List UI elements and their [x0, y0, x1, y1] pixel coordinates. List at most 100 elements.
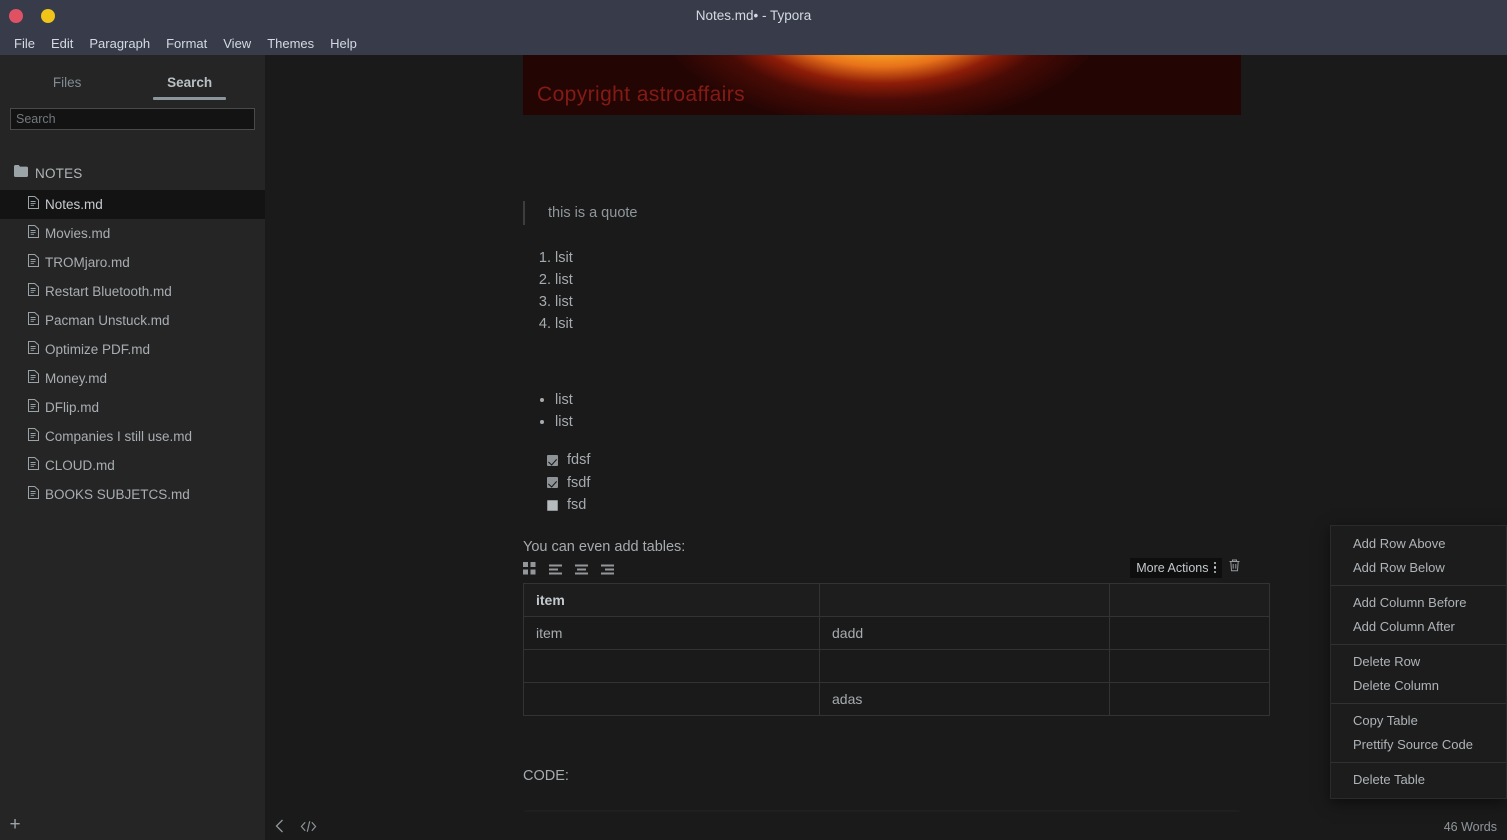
- file-icon: [28, 311, 39, 330]
- task-list-item[interactable]: fsd: [547, 494, 1243, 517]
- checkbox-checked-icon[interactable]: [547, 454, 558, 466]
- sidebar: Files Search NOTES Notes.md Mo: [0, 55, 265, 840]
- align-left-icon[interactable]: [549, 562, 562, 580]
- table-cell[interactable]: dadd: [819, 615, 1110, 650]
- menu-paragraph[interactable]: Paragraph: [81, 32, 158, 55]
- ctx-delete-row[interactable]: Delete Row: [1331, 650, 1506, 674]
- list-item: list: [555, 411, 1243, 433]
- menu-separator: [1331, 703, 1506, 704]
- table-header-cell[interactable]: [1109, 582, 1270, 617]
- file-name: BOOKS SUBJETCS.md: [45, 487, 190, 502]
- menu-format[interactable]: Format: [158, 32, 215, 55]
- align-right-icon[interactable]: [601, 562, 614, 580]
- file-name: Companies I still use.md: [45, 429, 193, 444]
- tab-search[interactable]: Search: [145, 75, 234, 100]
- window-title: Notes.md• - Typora: [695, 8, 812, 23]
- sidebar-tabs: Files Search: [0, 55, 265, 100]
- file-item-books-subjetcs[interactable]: BOOKS SUBJETCS.md: [0, 480, 265, 509]
- menu-view[interactable]: View: [215, 32, 259, 55]
- file-name: Optimize PDF.md: [45, 342, 151, 357]
- file-item-optimize-pdf[interactable]: Optimize PDF.md: [0, 335, 265, 364]
- task-label: fsd: [567, 497, 587, 513]
- trash-icon[interactable]: [1228, 558, 1241, 577]
- file-icon: [28, 253, 39, 272]
- table-grid-icon[interactable]: [523, 561, 536, 580]
- table-header-cell[interactable]: item: [523, 582, 820, 617]
- task-list-item[interactable]: fdsf: [547, 449, 1243, 472]
- menu-help[interactable]: Help: [322, 32, 365, 55]
- kebab-menu-icon[interactable]: [1213, 561, 1216, 574]
- menu-bar: File Edit Paragraph Format View Themes H…: [0, 32, 1507, 55]
- menu-separator: [1331, 644, 1506, 645]
- ctx-add-column-before[interactable]: Add Column Before: [1331, 591, 1506, 615]
- file-icon: [28, 485, 39, 504]
- ctx-copy-table[interactable]: Copy Table: [1331, 709, 1506, 733]
- more-actions-button[interactable]: More Actions: [1130, 557, 1222, 578]
- file-item-cloud[interactable]: CLOUD.md: [0, 451, 265, 480]
- blockquote[interactable]: this is a quote: [523, 201, 1243, 225]
- file-item-dflip[interactable]: DFlip.md: [0, 393, 265, 422]
- table-cell[interactable]: [819, 648, 1110, 683]
- file-name: Pacman Unstuck.md: [45, 313, 170, 328]
- task-list[interactable]: fdsf fsdf fsd: [547, 449, 1243, 517]
- chevron-left-icon[interactable]: [275, 819, 284, 836]
- ctx-delete-table[interactable]: Delete Table: [1331, 768, 1506, 792]
- list-item: lsit: [555, 313, 1243, 335]
- table-more-actions-group: More Actions: [1130, 557, 1241, 578]
- task-list-item[interactable]: fsdf: [547, 472, 1243, 495]
- ctx-delete-column[interactable]: Delete Column: [1331, 674, 1506, 698]
- table-row: adas: [523, 681, 1270, 716]
- bullet-list[interactable]: list list: [555, 389, 1243, 433]
- table-row: item dadd: [523, 615, 1270, 650]
- file-item-money[interactable]: Money.md: [0, 364, 265, 393]
- file-item-restart-bluetooth[interactable]: Restart Bluetooth.md: [0, 277, 265, 306]
- file-name: Money.md: [45, 371, 108, 386]
- menu-edit[interactable]: Edit: [43, 32, 81, 55]
- tab-files[interactable]: Files: [31, 75, 104, 100]
- table-cell[interactable]: [523, 648, 820, 683]
- file-icon: [28, 398, 39, 417]
- table-block: More Actions item item dadd adas: [523, 557, 1270, 716]
- file-item-tromjaro[interactable]: TROMjaro.md: [0, 248, 265, 277]
- task-label: fdsf: [567, 452, 591, 468]
- file-item-pacman-unstuck[interactable]: Pacman Unstuck.md: [0, 306, 265, 335]
- source-code-icon[interactable]: [300, 820, 317, 836]
- file-icon: [28, 427, 39, 446]
- ctx-add-column-after[interactable]: Add Column After: [1331, 615, 1506, 639]
- file-icon: [28, 456, 39, 475]
- table-cell[interactable]: item: [523, 615, 820, 650]
- markdown-table[interactable]: item item dadd adas: [523, 582, 1270, 716]
- checkbox-checked-icon[interactable]: [547, 477, 558, 489]
- table-header-cell[interactable]: [819, 582, 1110, 617]
- table-cell[interactable]: [1109, 615, 1270, 650]
- search-input[interactable]: [10, 108, 255, 130]
- file-item-companies-i-still-use[interactable]: Companies I still use.md: [0, 422, 265, 451]
- align-center-icon[interactable]: [575, 562, 588, 580]
- add-file-button[interactable]: +: [4, 815, 26, 837]
- ctx-add-row-below[interactable]: Add Row Below: [1331, 556, 1506, 580]
- list-item: list: [555, 269, 1243, 291]
- table-cell[interactable]: [523, 681, 820, 716]
- table-toolbar-icons: [523, 561, 614, 580]
- table-row: [523, 648, 1270, 683]
- table-intro-text: You can even add tables:: [523, 538, 686, 555]
- file-item-movies[interactable]: Movies.md: [0, 219, 265, 248]
- list-item: list: [555, 389, 1243, 411]
- file-list: Notes.md Movies.md TROMjaro.md Restart B…: [0, 190, 265, 509]
- file-name: Movies.md: [45, 226, 111, 241]
- table-cell[interactable]: adas: [819, 681, 1110, 716]
- checkbox-unchecked-icon[interactable]: [547, 499, 558, 511]
- menu-separator: [1331, 585, 1506, 586]
- table-cell[interactable]: [1109, 648, 1270, 683]
- folder-name: NOTES: [35, 165, 83, 181]
- word-count: 46 Words: [1443, 820, 1497, 834]
- table-cell[interactable]: [1109, 681, 1270, 716]
- ctx-add-row-above[interactable]: Add Row Above: [1331, 532, 1506, 556]
- editor-pane[interactable]: Copyright astroaffairs this is a quote l…: [265, 55, 1507, 840]
- menu-themes[interactable]: Themes: [259, 32, 322, 55]
- menu-file[interactable]: File: [6, 32, 43, 55]
- file-item-notes[interactable]: Notes.md: [0, 190, 265, 219]
- ordered-list[interactable]: lsit list list lsit: [555, 247, 1243, 335]
- folder-header[interactable]: NOTES: [0, 158, 265, 188]
- ctx-prettify-source-code[interactable]: Prettify Source Code: [1331, 733, 1506, 757]
